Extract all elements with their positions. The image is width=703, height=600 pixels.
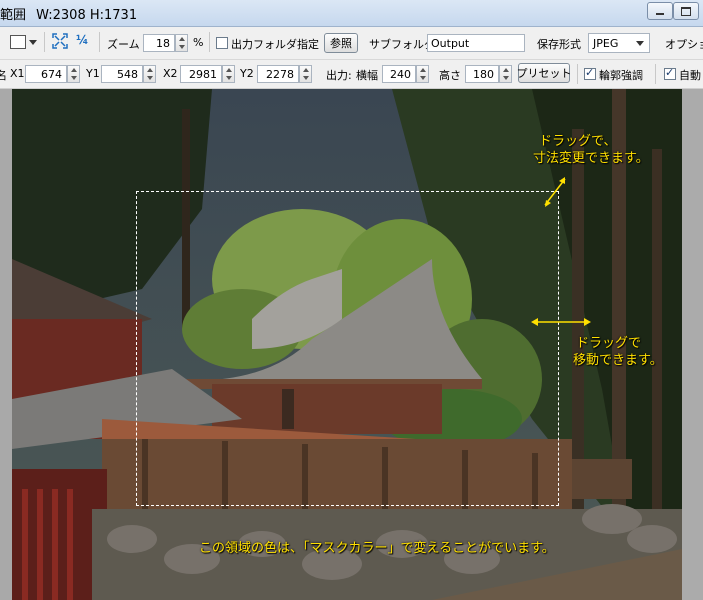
zoom-unit: % <box>193 36 204 49</box>
save-format-label: 保存形式 <box>537 38 581 51</box>
subfolder-label: サブフォルダ <box>369 38 435 51</box>
toolbar-top: ¼ ズーム 18 % 出力フォルダ指定 参照 サブフォルダ Output 保存形… <box>0 27 703 60</box>
image-canvas[interactable]: ドラッグで、 寸法変更できます。 ドラッグで 移動できます。 この領域の色は、「… <box>0 89 703 600</box>
output-folder-checkbox[interactable] <box>216 37 228 49</box>
chevron-down-icon <box>636 41 644 46</box>
edge-enhance-label: 輪郭強調 <box>599 69 643 82</box>
crop-selection-rectangle[interactable] <box>136 191 559 506</box>
image-size-label: W:2308 H:1731 <box>36 8 138 23</box>
fit-view-icon[interactable] <box>52 33 68 49</box>
vertical-scrollbar[interactable] <box>682 89 703 600</box>
move-arrow-icon <box>531 318 591 326</box>
save-format-select[interactable]: JPEG <box>588 33 650 53</box>
browse-button[interactable]: 参照 <box>324 33 358 53</box>
window-title-text: 範囲 <box>0 8 27 23</box>
x2-input[interactable]: 2981 <box>180 65 222 83</box>
options-menu[interactable]: オプショ <box>665 36 703 52</box>
output-label: 出力: <box>326 69 352 82</box>
x1-spinner[interactable] <box>67 65 80 83</box>
zoom-input[interactable]: 18 <box>143 34 175 52</box>
y2-label: Y2 <box>240 67 254 80</box>
fraction-zoom-icon[interactable]: ¼ <box>76 33 92 49</box>
move-hint-line1: ドラッグで <box>576 336 642 351</box>
auto-checkbox[interactable] <box>664 66 676 80</box>
separator <box>209 32 210 52</box>
preset-button[interactable]: プリセット <box>517 63 572 83</box>
minimize-icon <box>656 12 664 15</box>
row-lead-label: 名 <box>0 69 7 82</box>
resize-hint: ドラッグで、 寸法変更できます。 <box>533 133 649 167</box>
y2-spinner[interactable] <box>299 65 312 83</box>
title-bar: 範囲 W:2308 H:1731 <box>0 0 703 27</box>
y1-input[interactable]: 548 <box>101 65 143 83</box>
separator <box>44 32 45 52</box>
mask-color-note: この領域の色は、「マスクカラー」で変えることがでいます。 <box>199 541 555 556</box>
save-format-value: JPEG <box>593 37 619 50</box>
height-input[interactable]: 180 <box>465 65 499 83</box>
y1-spinner[interactable] <box>143 65 156 83</box>
separator <box>577 64 578 84</box>
minimize-button[interactable] <box>647 2 673 20</box>
x1-input[interactable]: 674 <box>25 65 67 83</box>
separator <box>655 64 656 84</box>
resize-arrow-icon <box>544 177 566 207</box>
y2-input[interactable]: 2278 <box>257 65 299 83</box>
x2-label: X2 <box>163 67 178 80</box>
x1-label: X1 <box>10 67 25 80</box>
edge-enhance-checkbox[interactable] <box>584 66 596 80</box>
auto-label: 自動 <box>679 69 701 82</box>
frame-style-dropdown[interactable] <box>8 33 38 51</box>
move-hint: ドラッグで 移動できます。 <box>573 335 663 369</box>
maximize-button[interactable] <box>673 2 699 20</box>
height-label: 高さ <box>439 69 461 82</box>
width-label: 横幅 <box>356 69 378 82</box>
zoom-label: ズーム <box>107 38 140 51</box>
zoom-spinner[interactable] <box>175 34 188 52</box>
x2-spinner[interactable] <box>222 65 235 83</box>
rectangle-icon <box>10 35 26 49</box>
subfolder-input[interactable]: Output <box>427 34 525 52</box>
width-input[interactable]: 240 <box>382 65 416 83</box>
output-folder-label: 出力フォルダ指定 <box>231 38 319 51</box>
resize-hint-line1: ドラッグで、 <box>539 134 617 149</box>
toolbar-coordinates: 名 X1 674 Y1 548 X2 2981 Y2 2278 出力: 横幅 2… <box>0 60 703 89</box>
move-hint-line2: 移動できます。 <box>573 353 663 368</box>
width-spinner[interactable] <box>416 65 429 83</box>
height-spinner[interactable] <box>499 65 512 83</box>
window-title: 範囲 W:2308 H:1731 <box>0 4 137 23</box>
y1-label: Y1 <box>86 67 100 80</box>
maximize-icon <box>681 6 691 16</box>
resize-hint-line2: 寸法変更できます。 <box>533 151 649 166</box>
separator <box>99 32 100 52</box>
chevron-down-icon <box>29 40 37 45</box>
